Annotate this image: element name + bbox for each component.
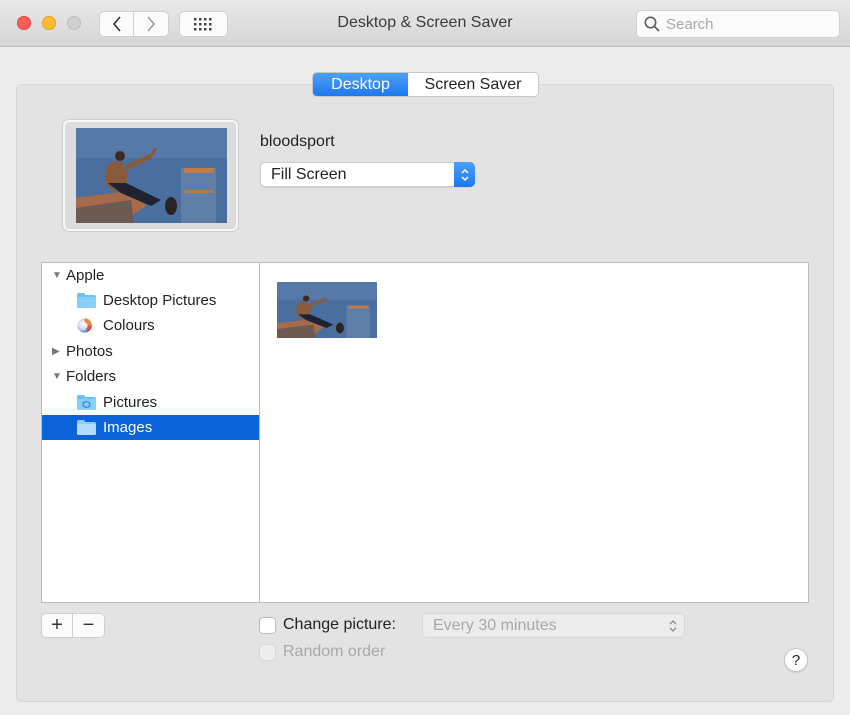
- interval-value: Every 30 minutes: [433, 616, 557, 634]
- wallpaper-preview-image: [76, 128, 227, 223]
- random-order-checkbox[interactable]: [259, 643, 276, 661]
- help-button[interactable]: ?: [784, 648, 808, 672]
- source-label: Photos: [66, 343, 113, 360]
- image-grid: [259, 262, 809, 603]
- source-item-images[interactable]: Images: [42, 415, 260, 440]
- colour-wheel-icon: [77, 318, 92, 333]
- image-thumbnail[interactable]: [277, 282, 377, 338]
- source-label: Colours: [103, 317, 155, 334]
- folder-icon: [77, 420, 96, 435]
- title-bar: Desktop & Screen Saver: [0, 0, 850, 47]
- random-order-row: Random order: [259, 643, 385, 661]
- tab-desktop[interactable]: Desktop: [313, 73, 408, 96]
- search-input[interactable]: [666, 15, 826, 33]
- pictures-folder-icon: [77, 395, 96, 410]
- disclosure-collapsed-icon[interactable]: ▶: [52, 346, 62, 357]
- source-label: Images: [103, 419, 153, 436]
- source-label: Desktop Pictures: [103, 292, 217, 309]
- up-down-chevron-icon: [669, 620, 677, 632]
- dropdown-stepper: [454, 162, 475, 187]
- change-picture-checkbox[interactable]: [259, 616, 276, 634]
- source-item-pictures[interactable]: Pictures: [42, 390, 260, 415]
- source-group-photos[interactable]: ▶ Photos: [42, 339, 260, 364]
- folder-icon: [77, 293, 96, 308]
- source-group-folders[interactable]: ▼ Folders: [42, 364, 260, 389]
- source-label: Pictures: [103, 394, 158, 411]
- source-list: ▼ Apple Desktop Pictures Colours ▶ Photo…: [41, 262, 260, 603]
- tab-control: Desktop Screen Saver: [312, 72, 539, 97]
- source-group-apple[interactable]: ▼ Apple: [42, 263, 260, 288]
- wallpaper-preview: [63, 120, 238, 231]
- fit-mode-value: Fill Screen: [271, 165, 347, 183]
- source-item-desktop-pictures[interactable]: Desktop Pictures: [42, 288, 260, 313]
- search-icon: [644, 16, 660, 32]
- source-label: Folders: [66, 368, 117, 385]
- source-label: Apple: [66, 267, 105, 284]
- disclosure-expanded-icon[interactable]: ▼: [52, 371, 62, 382]
- fit-mode-dropdown[interactable]: Fill Screen: [260, 162, 475, 187]
- remove-folder-button[interactable]: −: [73, 613, 105, 638]
- add-remove-buttons: + −: [41, 613, 105, 638]
- tab-screen-saver[interactable]: Screen Saver: [408, 73, 538, 96]
- interval-dropdown[interactable]: Every 30 minutes: [422, 613, 685, 638]
- search-field[interactable]: [636, 10, 840, 38]
- disclosure-expanded-icon[interactable]: ▼: [52, 270, 62, 281]
- change-picture-label: Change picture:: [283, 616, 396, 633]
- add-folder-button[interactable]: +: [41, 613, 73, 638]
- change-picture-row: Change picture:: [259, 616, 396, 634]
- wallpaper-name: bloodsport: [260, 133, 335, 150]
- source-item-colours[interactable]: Colours: [42, 313, 260, 338]
- random-order-label: Random order: [283, 643, 386, 660]
- up-down-chevron-icon: [460, 168, 469, 181]
